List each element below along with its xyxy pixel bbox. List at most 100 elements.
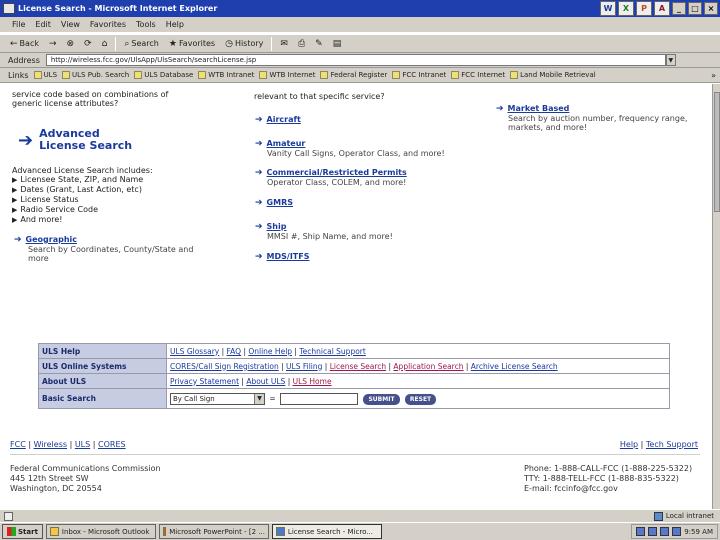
uls-home-link[interactable]: ULS Home: [293, 377, 332, 386]
discuss-button[interactable]: ▤: [331, 39, 344, 49]
link-item[interactable]: WTB Internet: [259, 71, 315, 79]
links-more-icon[interactable]: »: [711, 71, 720, 80]
refresh-button[interactable]: ⟳: [82, 39, 94, 49]
stop-button[interactable]: ⊗: [65, 39, 77, 49]
market-desc: Search by auction number, frequency rang…: [508, 114, 688, 123]
about-uls-link[interactable]: About ULS: [246, 377, 285, 386]
search-type-select[interactable]: By Call Sign ▼: [170, 392, 265, 405]
scrollbar-thumb[interactable]: [714, 92, 720, 212]
start-button[interactable]: Start: [2, 524, 43, 539]
service-link[interactable]: Aircraft: [267, 115, 301, 124]
home-button[interactable]: ⌂: [100, 39, 110, 49]
task-label: Inbox - Microsoft Outlook: [61, 527, 150, 536]
search-button[interactable]: ⌕ Search: [122, 39, 161, 49]
wireless-link[interactable]: Wireless: [34, 440, 67, 449]
menu-favorites[interactable]: Favorites: [90, 20, 126, 29]
uls-nav-table: ULS Help ULS Glossary | FAQ | Online Hel…: [38, 343, 670, 409]
minimize-button[interactable]: _: [672, 2, 686, 15]
bullet-icon: ▶: [12, 196, 18, 204]
page-content: service code based on combinations of ge…: [0, 84, 712, 509]
history-button[interactable]: ◷ History: [223, 39, 265, 49]
access-app-icon[interactable]: A: [654, 1, 670, 16]
link-item[interactable]: ULS Database: [134, 71, 193, 79]
help-link[interactable]: Help: [620, 440, 638, 449]
excel-app-icon[interactable]: X: [618, 1, 634, 16]
reset-button[interactable]: RESET: [404, 393, 437, 405]
mail-button[interactable]: ✉: [278, 39, 290, 49]
tray-icon[interactable]: [648, 527, 658, 536]
page-icon: [33, 71, 42, 79]
service-mds-itfs: ➔ MDS/ITFS: [255, 252, 310, 262]
links-bar: Links ULS ULS Pub. Search ULS Database W…: [0, 67, 720, 83]
archive-license-search-link[interactable]: Archive License Search: [471, 362, 558, 371]
menu-tools[interactable]: Tools: [136, 20, 156, 29]
menu-help[interactable]: Help: [166, 20, 184, 29]
menu-view[interactable]: View: [61, 20, 80, 29]
link-item[interactable]: ULS: [33, 71, 58, 79]
favorites-button[interactable]: ★ Favorites: [167, 39, 217, 49]
service-link[interactable]: Commercial/Restricted Permits: [267, 168, 407, 177]
application-search-link[interactable]: Application Search: [393, 362, 463, 371]
bullet-icon: ▶: [12, 186, 18, 194]
advanced-license-search-link[interactable]: ➔ Advanced License Search: [18, 128, 132, 152]
tray-icon[interactable]: [660, 527, 670, 536]
back-button[interactable]: ← Back: [8, 39, 41, 49]
search-icon: ⌕: [124, 38, 130, 49]
privacy-statement-link[interactable]: Privacy Statement: [170, 377, 239, 386]
online-help-link[interactable]: Online Help: [248, 347, 292, 356]
link-item[interactable]: Land Mobile Retrieval: [510, 71, 596, 79]
title-bar-right: W X P A _ □ ×: [600, 0, 718, 17]
task-powerpoint[interactable]: Microsoft PowerPoint - [2 ...: [158, 524, 269, 539]
link-item[interactable]: FCC Internet: [451, 71, 505, 79]
service-link[interactable]: GMRS: [267, 198, 293, 207]
tray-icon[interactable]: [672, 527, 682, 536]
address-dropdown-icon[interactable]: ▼: [665, 54, 676, 66]
service-link[interactable]: Ship: [267, 222, 287, 231]
arrow-right-icon: ➔: [255, 168, 263, 178]
cores-footer-link[interactable]: CORES: [98, 440, 126, 449]
faq-link[interactable]: FAQ: [227, 347, 242, 356]
service-link[interactable]: MDS/ITFS: [267, 252, 310, 261]
service-link[interactable]: Amateur: [267, 139, 306, 148]
powerpoint-icon: [162, 527, 167, 536]
market-based-link[interactable]: Market Based: [508, 104, 570, 113]
uls-link[interactable]: ULS: [75, 440, 90, 449]
fcc-link[interactable]: FCC: [10, 440, 26, 449]
powerpoint-app-icon[interactable]: P: [636, 1, 652, 16]
link-item[interactable]: ULS Pub. Search: [62, 71, 129, 79]
tray-icon[interactable]: [636, 527, 646, 536]
tech-support-link[interactable]: Tech Support: [646, 440, 698, 449]
geographic-link[interactable]: Geographic: [26, 235, 77, 244]
edit-button[interactable]: ✎: [313, 39, 325, 49]
task-license-search[interactable]: License Search - Micro...: [271, 524, 382, 539]
link-item[interactable]: Federal Register: [320, 71, 387, 79]
submit-button[interactable]: SUBMIT: [363, 393, 400, 405]
uls-filing-link[interactable]: ULS Filing: [286, 362, 322, 371]
word-app-icon[interactable]: W: [600, 1, 616, 16]
print-icon: ⎙: [297, 38, 306, 49]
feature-text: And more!: [20, 215, 63, 224]
link-item[interactable]: WTB Intranet: [198, 71, 254, 79]
glossary-link[interactable]: ULS Glossary: [170, 347, 219, 356]
vertical-scrollbar[interactable]: [712, 84, 720, 509]
license-search-link[interactable]: License Search: [330, 362, 386, 371]
address-line: Federal Communications Commission: [10, 464, 161, 473]
address-input[interactable]: http://wireless.fcc.gov/UlsApp/UlsSearch…: [45, 54, 666, 66]
technical-support-link[interactable]: Technical Support: [299, 347, 365, 356]
cores-link[interactable]: CORES/Call Sign Registration: [170, 362, 279, 371]
menu-file[interactable]: File: [12, 20, 25, 29]
print-button[interactable]: ⎙: [296, 39, 307, 49]
task-outlook[interactable]: Inbox - Microsoft Outlook: [45, 524, 156, 539]
close-button[interactable]: ×: [704, 2, 718, 15]
link-item[interactable]: FCC Intranet: [392, 71, 446, 79]
link-label: ULS: [43, 71, 58, 79]
menu-edit[interactable]: Edit: [35, 20, 51, 29]
call-sign-input[interactable]: [280, 392, 359, 405]
maximize-button[interactable]: □: [688, 2, 702, 15]
email-line[interactable]: E-mail: fccinfo@fcc.gov: [524, 484, 692, 494]
geographic-desc: Search by Coordinates, County/State and: [28, 245, 194, 254]
table-row: About ULS Privacy Statement | About ULS …: [38, 373, 670, 389]
feature-text: Radio Service Code: [20, 205, 99, 214]
market-based: ➔ Market Based Search by auction number, …: [496, 104, 706, 132]
forward-button[interactable]: →: [47, 39, 59, 49]
